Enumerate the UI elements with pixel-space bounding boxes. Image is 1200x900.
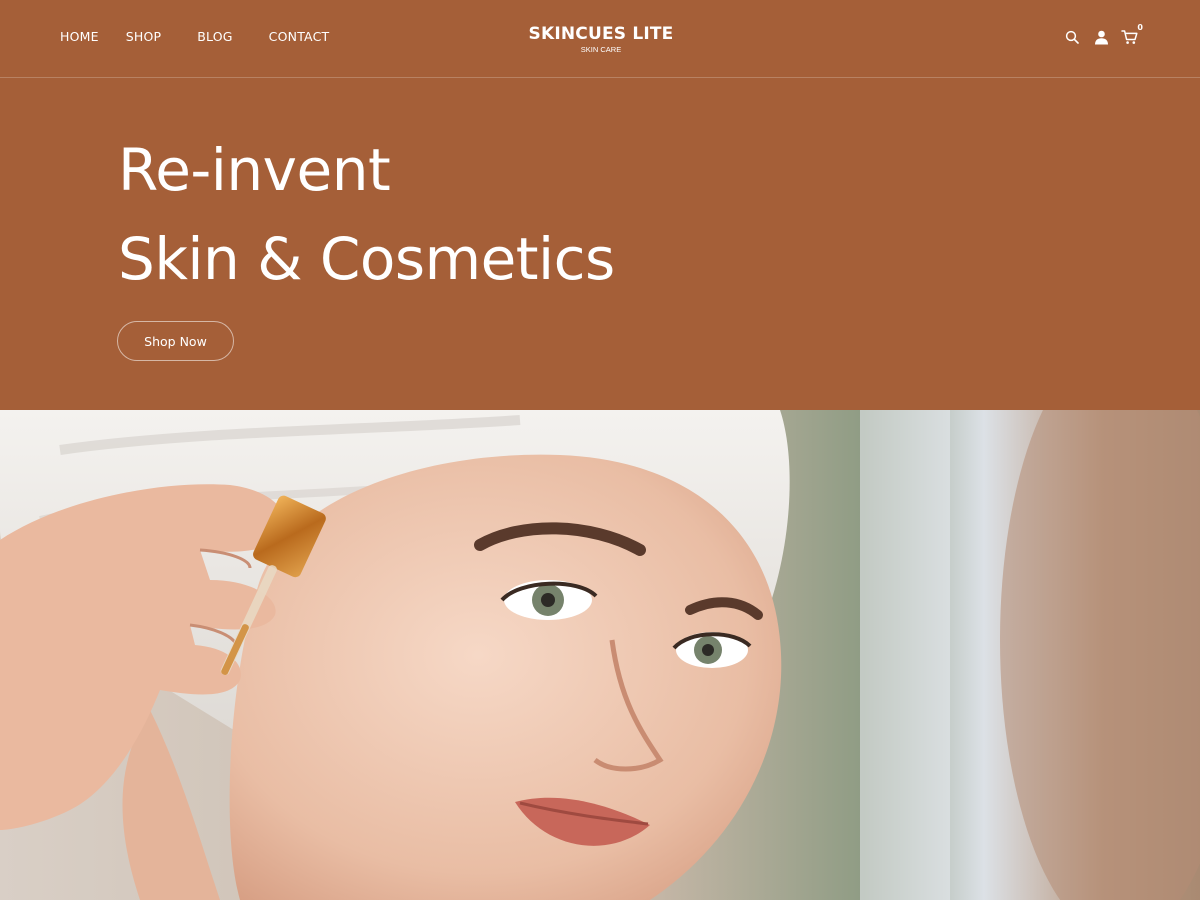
hero-photo (0, 410, 1200, 900)
cart-count-badge: 0 (1137, 23, 1143, 32)
user-icon[interactable] (1091, 27, 1111, 47)
site-title: SKINCUES LITE (528, 24, 674, 44)
site-header: HOME SHOP BLOG CONTACT SKINCUES LITE SKI… (0, 0, 1200, 78)
nav-contact-link[interactable]: CONTACT (269, 29, 330, 44)
cart-icon[interactable]: 0 (1120, 23, 1143, 47)
site-tagline: SKIN CARE (580, 45, 622, 54)
shop-now-button[interactable]: Shop Now (117, 321, 234, 361)
main-nav: HOME SHOP BLOG CONTACT (60, 29, 329, 44)
search-icon[interactable] (1062, 27, 1082, 47)
nav-shop-link[interactable]: SHOP (126, 29, 162, 44)
nav-blog-link[interactable]: BLOG (197, 29, 232, 44)
hero-heading-line-1: Re-invent (118, 136, 391, 204)
hero-heading-line-2: Skin & Cosmetics (118, 225, 615, 293)
nav-home-link[interactable]: HOME (60, 29, 99, 44)
header-icons: 0 (1053, 23, 1143, 47)
site-logo[interactable]: SKINCUES LITE SKIN CARE (500, 24, 702, 55)
hero-section: Re-invent Skin & Cosmetics Shop Now (0, 78, 1200, 410)
hero-photo-illustration (0, 410, 1200, 900)
